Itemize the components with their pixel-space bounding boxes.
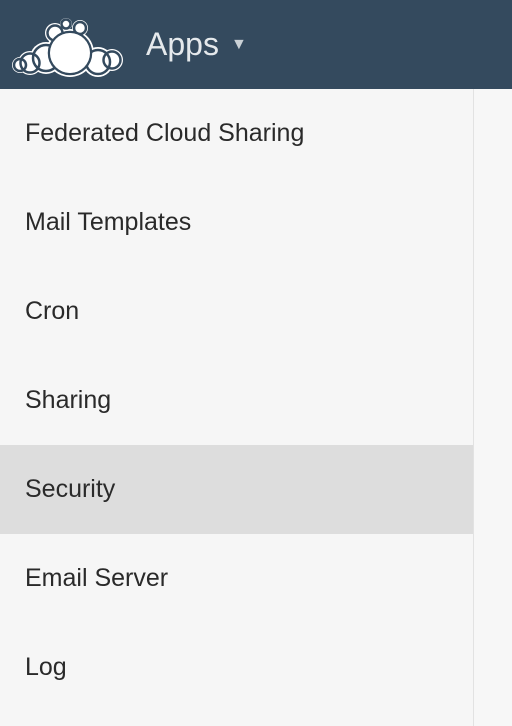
sidebar-item-label: Cron	[25, 297, 79, 326]
sidebar-item-log[interactable]: Log	[0, 623, 473, 712]
apps-dropdown[interactable]: Apps ▼	[146, 26, 247, 63]
sidebar-item-security[interactable]: Security	[0, 445, 473, 534]
header-title: Apps	[146, 26, 219, 63]
sidebar-item-sharing[interactable]: Sharing	[0, 356, 473, 445]
app-header: Apps ▼	[0, 0, 512, 89]
sidebar-item-label: Log	[25, 653, 67, 682]
sidebar-item-mail-templates[interactable]: Mail Templates	[0, 178, 473, 267]
sidebar-item-label: Sharing	[25, 386, 111, 415]
sidebar-item-label: Federated Cloud Sharing	[25, 119, 304, 148]
sidebar-item-cron[interactable]: Cron	[0, 267, 473, 356]
sidebar-item-federated-cloud-sharing[interactable]: Federated Cloud Sharing	[0, 89, 473, 178]
chevron-down-icon: ▼	[231, 36, 247, 54]
sidebar-item-label: Mail Templates	[25, 208, 191, 237]
sidebar-item-label: Security	[25, 475, 115, 504]
owncloud-logo-icon	[8, 10, 128, 80]
sidebar-item-label: Email Server	[25, 564, 168, 593]
settings-sidebar: Federated Cloud Sharing Mail Templates C…	[0, 89, 474, 726]
sidebar-item-email-server[interactable]: Email Server	[0, 534, 473, 623]
